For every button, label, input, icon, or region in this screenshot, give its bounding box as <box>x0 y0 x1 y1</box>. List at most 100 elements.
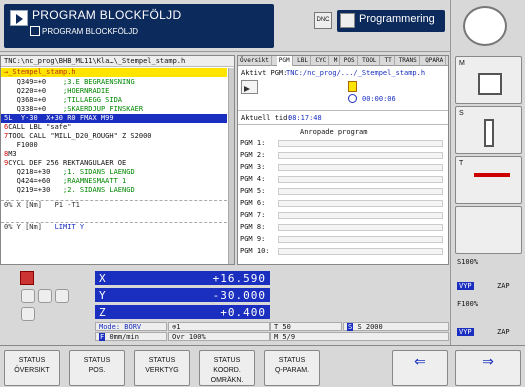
hourglass-icon <box>348 81 357 92</box>
pgm-row-label: PGM 3: <box>240 163 266 171</box>
pgm-row-label: PGM 9: <box>240 235 266 243</box>
pgm-row-field <box>278 212 443 219</box>
override-line-y: 0% Y [Nm] LIMIT Y <box>1 222 227 232</box>
program-line[interactable]: Q220=+0 ;HOERNRADIE <box>1 87 227 96</box>
program-line[interactable]: Q368=+0 ;TILLAEGG SIDA <box>1 96 227 105</box>
program-line[interactable]: 5L Y-30 X+30 R0 FMAX M99 <box>1 114 227 123</box>
tab-tt[interactable]: TT <box>383 56 395 66</box>
anropade-label: Anropade program <box>300 128 368 136</box>
position-display: X +16.590 Y -30.000 Z +0.400 Mode: BÖRV ⊕1 … <box>0 267 449 344</box>
timer-value: 00:00:06 <box>362 95 396 103</box>
tab-lbl[interactable]: LBL <box>295 56 311 66</box>
feed-vyp[interactable]: VYP <box>457 328 474 336</box>
pgm-row-field <box>278 176 443 183</box>
pgm-row-field <box>278 140 443 147</box>
tab-cyc[interactable]: CYC <box>313 56 330 66</box>
m-softkey[interactable]: M <box>455 56 522 104</box>
spindle-icon <box>484 119 494 147</box>
status-window: Översikt PGM LBL CYC M POS TOOL TT TRANS QPARA Ak… <box>237 55 449 265</box>
led-2 <box>38 289 52 303</box>
pgm-row-label: PGM 1: <box>240 139 266 147</box>
feed-zap[interactable]: ZAP <box>497 328 510 336</box>
program-line[interactable]: Q424=+60 ;RAAMNESMAATT 1 <box>1 177 227 186</box>
call-icon <box>241 80 258 94</box>
tab-pgm[interactable]: PGM <box>276 56 293 66</box>
tab-pos[interactable]: POS <box>342 56 358 66</box>
program-window: TNC:\nc_prog\BHB_ML11\Kla…\_Stempel_stam… <box>0 55 235 265</box>
pgm-row-label: PGM 7: <box>240 211 266 219</box>
spindle-zap[interactable]: ZAP <box>497 282 510 290</box>
mode-borv: Mode: BÖRV <box>95 322 167 331</box>
spindle-override-label: S100% <box>457 258 479 266</box>
pgm-row-field <box>278 164 443 171</box>
alarm-icon[interactable] <box>20 271 34 285</box>
tool-length-icon <box>474 173 510 177</box>
mode-title: PROGRAM BLOCKFÖLJD <box>32 8 182 22</box>
t-softkey[interactable]: T <box>455 156 522 204</box>
pgm-row-field <box>278 248 443 255</box>
program-line[interactable]: 7TOOL CALL "MILL_D20_ROUGH" Z S2000 <box>1 132 227 141</box>
program-line[interactable]: F1000 <box>1 141 227 150</box>
mode-subtitle: PROGRAM BLOCKFÖLJD <box>42 27 139 36</box>
program-scrollbar[interactable] <box>228 68 234 264</box>
aktuell-tid-label: Aktuell tid: <box>241 114 292 122</box>
override-label: Ovr 100% <box>168 332 270 341</box>
program-line[interactable]: Q338=+0 ;SKAERDJUP FINSKAER <box>1 105 227 114</box>
status-softkey[interactable]: STATUS Q-PARAM. <box>264 350 320 386</box>
feed-label: F 0mm/min <box>95 332 167 341</box>
axis-y: Y -30.000 <box>95 288 270 302</box>
spindle-override-panel: S100% VYP ZAP <box>455 256 522 296</box>
led-3 <box>55 289 69 303</box>
programming-mode-panel[interactable]: Programmering <box>337 10 445 32</box>
pgm-row-label: PGM 4: <box>240 175 266 183</box>
spindle-label: S S 2000 <box>343 322 449 331</box>
aktuell-tid-value: 08:17:48 <box>288 114 322 122</box>
pgm-row-field <box>278 224 443 231</box>
machine-icon <box>478 73 502 95</box>
tab-m[interactable]: M <box>332 56 341 66</box>
feed-override-panel: F100% VYP ZAP <box>455 298 522 343</box>
pgm-row-field <box>278 152 443 159</box>
m-label: M 5/9 <box>270 332 449 341</box>
program-line[interactable]: 8M3 <box>1 150 227 159</box>
operating-mode-panel[interactable]: PROGRAM BLOCKFÖLJD PROGRAM BLOCKFÖLJD <box>4 4 274 48</box>
program-line[interactable]: Q219=+30 ;2. SIDANS LAENGD <box>1 186 227 195</box>
pgm-row-label: PGM 2: <box>240 151 266 159</box>
tab-trans[interactable]: TRANS <box>397 56 420 66</box>
aktivt-pgm-label: Aktivt PGM: <box>241 69 288 77</box>
header-bar: PROGRAM BLOCKFÖLJD PROGRAM BLOCKFÖLJD DN… <box>0 0 450 52</box>
axis-z: Z +0.400 <box>95 305 270 319</box>
tool-label: T 50 <box>270 322 342 331</box>
feed-override-label: F100% <box>457 300 479 308</box>
program-line[interactable]: Q349=+0 ;3.E BEGRAENSNING <box>1 78 227 87</box>
programming-icon <box>340 13 355 28</box>
ref-indicator: ⊕1 <box>168 322 270 331</box>
pgm-row-label: PGM 5: <box>240 187 266 195</box>
pgm-row-label: PGM 8: <box>240 223 266 231</box>
program-path: TNC:\nc_prog\BHB_ML11\Kla…\_Stempel_stam… <box>1 56 234 67</box>
tab-qpara[interactable]: QPARA <box>423 56 447 66</box>
empty-softkey[interactable] <box>455 206 522 254</box>
status-softkey[interactable]: STATUS POS. <box>69 350 125 386</box>
clock-icon <box>348 94 357 103</box>
s-softkey[interactable]: S <box>455 106 522 154</box>
pgm-row-label: PGM 6: <box>240 199 266 207</box>
clock-face-icon[interactable] <box>463 6 507 46</box>
program-line[interactable]: 9CYCL DEF 256 REKTANGULAER OE <box>1 159 227 168</box>
program-header-line[interactable]: →_Stempel_stamp.h <box>1 68 227 77</box>
tab-tool[interactable]: TOOL <box>360 56 380 66</box>
program-line[interactable]: Q218=+30 ;1. SIDANS LAENGD <box>1 168 227 177</box>
status-tabs: Översikt PGM LBL CYC M POS TOOL TT TRANS QPARA <box>238 56 448 66</box>
status-softkey[interactable]: STATUS ÖVERSIKT <box>4 350 60 386</box>
next-softkey-arrow-icon[interactable]: ⇒ <box>455 350 521 386</box>
tab-översikt[interactable]: Översikt <box>238 56 272 66</box>
status-softkey[interactable]: STATUS KOORD. OMRÄKN. <box>199 350 255 386</box>
prev-softkey-arrow-icon[interactable]: ⇐ <box>392 350 448 386</box>
pgm-row-label: PGM 10: <box>240 247 270 255</box>
program-line[interactable]: 6CALL LBL "safe" <box>1 123 227 132</box>
pgm-row-field <box>278 200 443 207</box>
status-softkey[interactable]: STATUS VERKTYG <box>134 350 190 386</box>
dnc-icon[interactable]: DNC <box>314 12 332 29</box>
pgm-row-field <box>278 236 443 243</box>
spindle-vyp[interactable]: VYP <box>457 282 474 290</box>
